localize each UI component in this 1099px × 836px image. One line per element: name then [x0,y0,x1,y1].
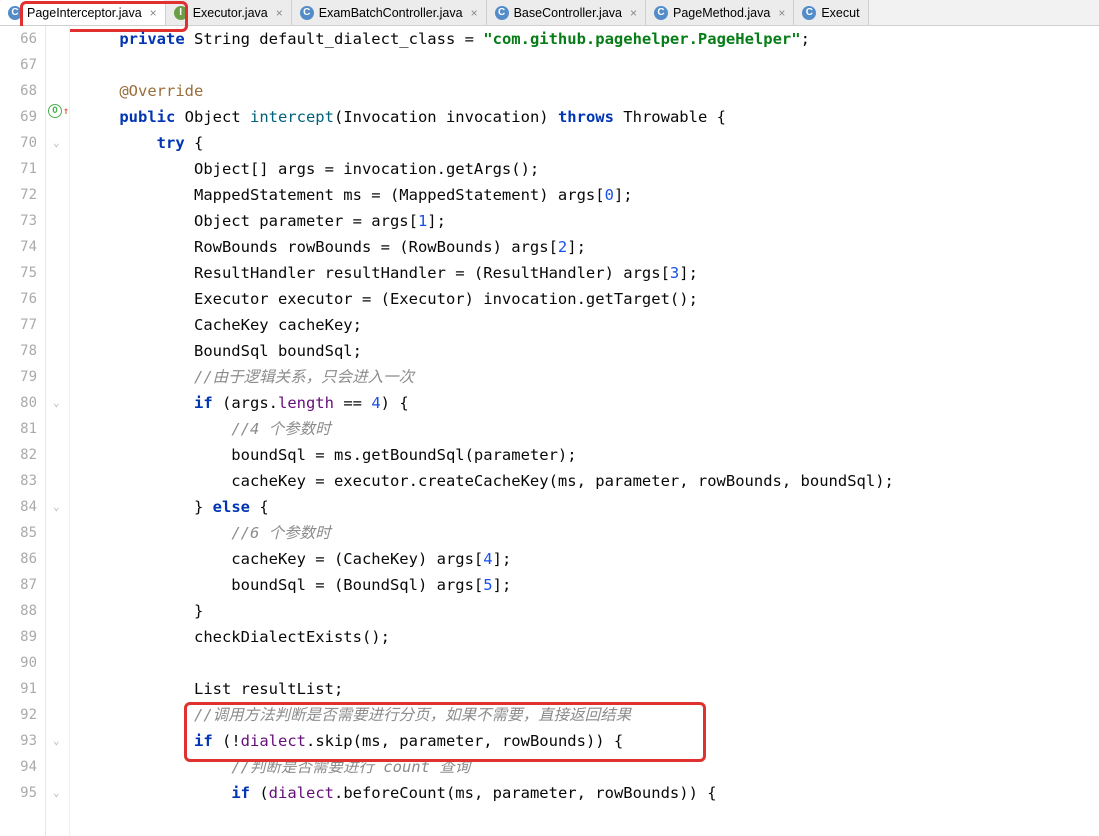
interface-icon: I [174,6,188,20]
line-number: 81 [0,416,37,442]
code-line[interactable]: //6 个参数时 [70,520,1099,546]
code-line[interactable]: BoundSql boundSql; [70,338,1099,364]
line-number: 78 [0,338,37,364]
code-line[interactable]: try { [70,130,1099,156]
line-number: 77 [0,312,37,338]
tab-bar: C PageInterceptor.java × I Executor.java × C Ex… [0,0,1099,26]
code-line[interactable]: boundSql = (BoundSql) args[5]; [70,572,1099,598]
code-line[interactable]: List resultList; [70,676,1099,702]
line-number: 84 [0,494,37,520]
code-line[interactable]: RowBounds rowBounds = (RowBounds) args[2… [70,234,1099,260]
code-line[interactable]: @Override [70,78,1099,104]
close-icon[interactable]: × [150,6,157,20]
code-line[interactable]: if (dialect.beforeCount(ms, parameter, r… [70,780,1099,806]
line-number: 70 [0,130,37,156]
fold-icon[interactable]: ⌄ [53,734,60,747]
tab-label: PageInterceptor.java [27,6,142,20]
line-number: 71 [0,156,37,182]
line-number: 83 [0,468,37,494]
class-icon: C [802,6,816,20]
line-number: 67 [0,52,37,78]
tab-label: ExamBatchController.java [319,6,463,20]
override-gutter-icon[interactable]: O [48,104,62,118]
tab-4[interactable]: C PageMethod.java × [646,0,794,25]
line-number: 72 [0,182,37,208]
code-line[interactable]: //4 个参数时 [70,416,1099,442]
code-line[interactable]: ResultHandler resultHandler = (ResultHan… [70,260,1099,286]
line-number: 69 [0,104,37,130]
line-number: 93 [0,728,37,754]
close-icon[interactable]: × [471,6,478,20]
code-line[interactable]: boundSql = ms.getBoundSql(parameter); [70,442,1099,468]
line-number: 68 [0,78,37,104]
code-line[interactable]: Executor executor = (Executor) invocatio… [70,286,1099,312]
code-line[interactable]: private String default_dialect_class = "… [70,26,1099,52]
tab-1[interactable]: I Executor.java × [166,0,292,25]
code-line[interactable]: cacheKey = (CacheKey) args[4]; [70,546,1099,572]
code-line[interactable]: } else { [70,494,1099,520]
close-icon[interactable]: × [276,6,283,20]
line-number: 76 [0,286,37,312]
tab-2[interactable]: C ExamBatchController.java × [292,0,487,25]
line-number: 79 [0,364,37,390]
code-line[interactable]: checkDialectExists(); [70,624,1099,650]
line-number: 89 [0,624,37,650]
tab-5[interactable]: C Execut [794,0,868,25]
line-number: 80 [0,390,37,416]
class-icon: C [8,6,22,20]
line-number: 94 [0,754,37,780]
tab-label: PageMethod.java [673,6,770,20]
class-icon: C [495,6,509,20]
line-number: 91 [0,676,37,702]
line-number: 73 [0,208,37,234]
line-number: 74 [0,234,37,260]
fold-icon[interactable]: ⌄ [53,396,60,409]
line-number: 88 [0,598,37,624]
line-number: 66 [0,26,37,52]
code-line[interactable]: } [70,598,1099,624]
tab-0[interactable]: C PageInterceptor.java × [0,0,166,25]
line-number: 95 [0,780,37,806]
code-line[interactable]: if (!dialect.skip(ms, parameter, rowBoun… [70,728,1099,754]
code-line[interactable] [70,650,1099,676]
code-line[interactable]: //由于逻辑关系，只会进入一次 [70,364,1099,390]
tab-3[interactable]: C BaseController.java × [487,0,646,25]
code-line[interactable]: //调用方法判断是否需要进行分页，如果不需要，直接返回结果 [70,702,1099,728]
line-number: 90 [0,650,37,676]
close-icon[interactable]: × [630,6,637,20]
line-number: 86 [0,546,37,572]
code-area[interactable]: private String default_dialect_class = "… [70,26,1099,836]
code-line[interactable]: //判断是否需要进行 count 查询 [70,754,1099,780]
code-line[interactable]: public Object intercept(Invocation invoc… [70,104,1099,130]
line-number: 85 [0,520,37,546]
class-icon: C [300,6,314,20]
line-number: 87 [0,572,37,598]
code-line[interactable]: CacheKey cacheKey; [70,312,1099,338]
fold-icon[interactable]: ⌄ [53,500,60,513]
line-number: 82 [0,442,37,468]
code-line[interactable] [70,52,1099,78]
line-number: 75 [0,260,37,286]
marker-column: O ⌄ ⌄ ⌄ ⌄ ⌄ [46,26,70,836]
close-icon[interactable]: × [778,6,785,20]
code-line[interactable]: cacheKey = executor.createCacheKey(ms, p… [70,468,1099,494]
tab-label: Execut [821,6,859,20]
code-line[interactable]: Object[] args = invocation.getArgs(); [70,156,1099,182]
code-editor[interactable]: 6667686970717273747576777879808182838485… [0,26,1099,836]
code-line[interactable]: MappedStatement ms = (MappedStatement) a… [70,182,1099,208]
fold-icon[interactable]: ⌄ [53,136,60,149]
line-number: 92 [0,702,37,728]
tab-label: Executor.java [193,6,268,20]
line-number-gutter: 6667686970717273747576777879808182838485… [0,26,46,836]
code-line[interactable]: if (args.length == 4) { [70,390,1099,416]
class-icon: C [654,6,668,20]
fold-icon[interactable]: ⌄ [53,786,60,799]
tab-label: BaseController.java [514,6,622,20]
code-line[interactable]: Object parameter = args[1]; [70,208,1099,234]
